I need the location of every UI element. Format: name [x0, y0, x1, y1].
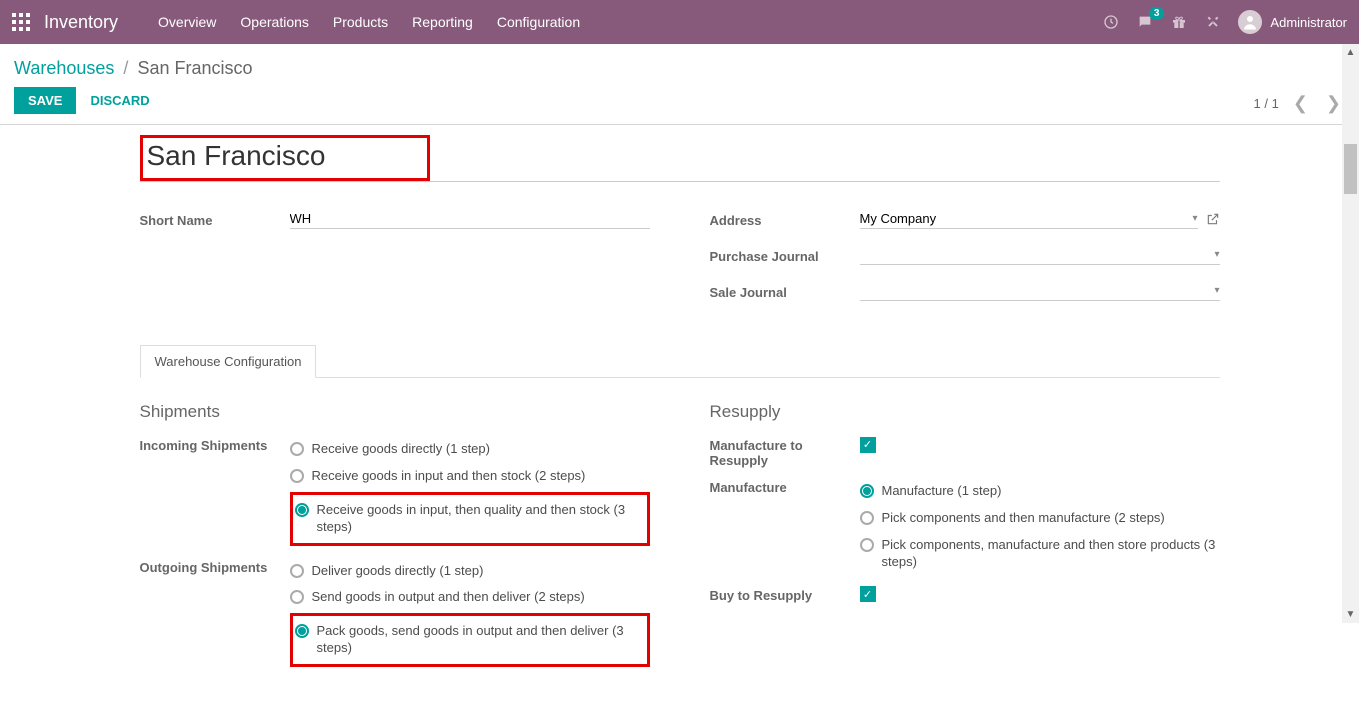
control-panel: Warehouses / San Francisco Save Discard …: [0, 44, 1359, 125]
sale-journal-label: Sale Journal: [710, 285, 860, 300]
short-name-input[interactable]: [290, 211, 650, 226]
user-name: Administrator: [1270, 15, 1347, 30]
apps-icon[interactable]: [12, 13, 30, 31]
chat-badge: 3: [1149, 7, 1165, 20]
scrollbar-thumb[interactable]: [1344, 144, 1357, 194]
topbar: Inventory Overview Operations Products R…: [0, 0, 1359, 44]
nav-products[interactable]: Products: [333, 14, 388, 30]
sale-journal-caret-icon[interactable]: ▾: [1214, 285, 1219, 296]
incoming-options: Receive goods directly (1 step) Receive …: [290, 436, 650, 548]
nav-operations[interactable]: Operations: [240, 14, 308, 30]
nav-overview[interactable]: Overview: [158, 14, 216, 30]
clock-icon[interactable]: [1102, 13, 1120, 31]
outgoing-opt2[interactable]: Send goods in output and then deliver (2…: [290, 584, 650, 611]
title-row: [140, 125, 1220, 182]
chat-icon[interactable]: 3: [1136, 13, 1154, 31]
outgoing-options: Deliver goods directly (1 step) Send goo…: [290, 558, 650, 670]
pager: 1 / 1 ❮ ❯: [1254, 93, 1345, 114]
incoming-opt2[interactable]: Receive goods in input and then stock (2…: [290, 463, 650, 490]
radio-icon: [290, 442, 304, 456]
title-highlight: [140, 135, 430, 181]
avatar-icon: [1238, 10, 1262, 34]
outgoing-label: Outgoing Shipments: [140, 558, 290, 670]
external-link-icon[interactable]: [1206, 212, 1220, 229]
topbar-right: 3 Administrator: [1102, 10, 1347, 34]
manuf-options: Manufacture (1 step) Pick components and…: [860, 478, 1220, 576]
incoming-opt3-highlight: Receive goods in input, then quality and…: [290, 492, 650, 546]
manuf-resupply-label: Manufacture to Resupply: [710, 436, 860, 468]
form-sheet: Short Name Address ▾ Purchase Journal: [130, 125, 1230, 713]
radio-icon: [290, 564, 304, 578]
radio-icon: [295, 503, 309, 517]
purchase-journal-label: Purchase Journal: [710, 249, 860, 264]
short-name-label: Short Name: [140, 213, 290, 228]
manuf-opt2[interactable]: Pick components and then manufacture (2 …: [860, 505, 1220, 532]
radio-icon: [290, 590, 304, 604]
discard-button[interactable]: Discard: [90, 93, 149, 108]
breadcrumb: Warehouses / San Francisco: [14, 58, 253, 79]
scrollbar[interactable]: ▲ ▼: [1342, 44, 1359, 623]
purchase-journal-input[interactable]: [860, 247, 1211, 262]
nav-reporting[interactable]: Reporting: [412, 14, 473, 30]
incoming-opt1[interactable]: Receive goods directly (1 step): [290, 436, 650, 463]
resupply-title: Resupply: [710, 402, 1220, 422]
pager-prev-icon[interactable]: ❮: [1289, 93, 1312, 114]
incoming-label: Incoming Shipments: [140, 436, 290, 548]
radio-icon: [290, 469, 304, 483]
manuf-resupply-checkbox[interactable]: ✓: [860, 437, 876, 453]
purchase-journal-caret-icon[interactable]: ▾: [1214, 249, 1219, 260]
sale-journal-input[interactable]: [860, 283, 1211, 298]
warehouse-name-input[interactable]: [147, 140, 423, 176]
address-caret-icon[interactable]: ▾: [1192, 213, 1197, 224]
nav-configuration[interactable]: Configuration: [497, 14, 580, 30]
outgoing-opt3-highlight: Pack goods, send goods in output and the…: [290, 613, 650, 667]
outgoing-opt1[interactable]: Deliver goods directly (1 step): [290, 558, 650, 585]
breadcrumb-root[interactable]: Warehouses: [14, 58, 114, 78]
gift-icon[interactable]: [1170, 13, 1188, 31]
radio-icon: [860, 484, 874, 498]
address-input[interactable]: [860, 211, 1189, 226]
breadcrumb-sep: /: [123, 58, 128, 78]
radio-icon: [860, 538, 874, 552]
tools-icon[interactable]: [1204, 13, 1222, 31]
pager-text: 1 / 1: [1254, 96, 1279, 111]
radio-icon: [295, 624, 309, 638]
tab-warehouse-config[interactable]: Warehouse Configuration: [140, 345, 317, 378]
app-brand[interactable]: Inventory: [44, 12, 118, 33]
scroll-up-icon[interactable]: ▲: [1342, 44, 1359, 61]
tabs: Warehouse Configuration: [140, 344, 1220, 378]
shipments-title: Shipments: [140, 402, 650, 422]
manuf-opt1[interactable]: Manufacture (1 step): [860, 478, 1220, 505]
user-menu[interactable]: Administrator: [1238, 10, 1347, 34]
outgoing-opt3[interactable]: Pack goods, send goods in output and the…: [295, 618, 641, 662]
manuf-opt3[interactable]: Pick components, manufacture and then st…: [860, 532, 1220, 576]
address-label: Address: [710, 213, 860, 228]
incoming-opt3[interactable]: Receive goods in input, then quality and…: [295, 497, 641, 541]
save-button[interactable]: Save: [14, 87, 76, 114]
radio-icon: [860, 511, 874, 525]
buy-resupply-label: Buy to Resupply: [710, 586, 860, 603]
breadcrumb-current: San Francisco: [137, 58, 252, 78]
scroll-down-icon[interactable]: ▼: [1342, 606, 1359, 623]
manuf-label: Manufacture: [710, 478, 860, 576]
top-nav: Overview Operations Products Reporting C…: [158, 14, 1102, 30]
buy-resupply-checkbox[interactable]: ✓: [860, 586, 876, 602]
